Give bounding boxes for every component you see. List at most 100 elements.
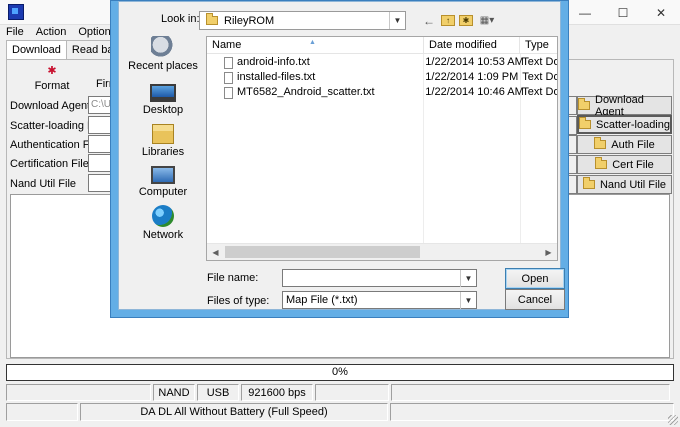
scrollbar-thumb[interactable] <box>225 246 420 258</box>
format-label: Format <box>34 80 70 92</box>
nand-util-file-field[interactable] <box>88 174 112 192</box>
desktop-icon <box>150 84 176 102</box>
libraries-icon <box>152 124 174 144</box>
place-desktop[interactable]: Desktop <box>123 84 203 116</box>
minimize-button[interactable]: — <box>566 0 604 25</box>
scatter-file-field[interactable] <box>88 116 112 134</box>
folder-icon <box>206 13 218 25</box>
tab-download[interactable]: Download <box>6 40 67 60</box>
place-network[interactable]: Network <box>123 205 203 241</box>
format-tool[interactable]: ✱ Format <box>28 64 76 93</box>
chevron-down-icon[interactable]: ▼ <box>460 291 476 309</box>
cert-file-label: Certification File <box>10 158 89 170</box>
status-storage: NAND <box>153 384 195 401</box>
up-folder-icon[interactable]: ↑ <box>441 15 455 26</box>
file-list[interactable]: Name ▲ Date modified Type android-info.t… <box>206 36 558 261</box>
scatter-loading-button[interactable]: Scatter-loading <box>577 115 672 134</box>
auth-file-field[interactable] <box>88 135 112 153</box>
nand-util-file-button[interactable]: Nand Util File <box>577 175 672 194</box>
files-of-type-dropdown[interactable]: Map File (*.txt) ▼ <box>282 291 477 309</box>
file-name-input[interactable] <box>283 270 460 286</box>
folder-icon <box>594 137 607 149</box>
cert-file-field[interactable] <box>88 154 112 172</box>
status-baud-rate: 921600 bps <box>241 384 313 401</box>
status-cell-empty <box>315 384 389 401</box>
file-name: MT6582_Android_scatter.txt <box>237 86 375 98</box>
files-of-type-value: Map File (*.txt) <box>286 294 358 306</box>
maximize-button[interactable]: ☐ <box>604 0 642 25</box>
file-name-combo[interactable]: ▼ <box>282 269 477 287</box>
look-in-dropdown[interactable]: RileyROM ▼ <box>199 11 406 30</box>
place-label: Libraries <box>141 146 185 158</box>
close-button[interactable]: ✕ <box>642 0 680 25</box>
place-computer[interactable]: Computer <box>123 166 203 198</box>
new-folder-icon[interactable]: ✱ <box>459 15 473 26</box>
column-type[interactable]: Type <box>520 37 557 54</box>
download-agent-field[interactable]: C:\U <box>88 96 112 114</box>
download-agent-button-label: Download Agent <box>595 93 644 118</box>
progress-bar: 0% <box>6 364 674 381</box>
chevron-down-icon[interactable]: ▼ <box>460 270 476 287</box>
column-name-label: Name <box>212 39 242 51</box>
status-bar-top: NAND USB 921600 bps <box>6 384 674 401</box>
format-icon: ✱ <box>47 64 57 77</box>
scroll-right-icon[interactable]: ▶ <box>540 244 557 260</box>
dialog-body: Look in: RileyROM ▼ ← ↑ ✱ ▦▾ Recent plac… <box>118 1 565 310</box>
scatter-loading-button-label: Scatter-loading <box>596 118 670 131</box>
place-recent-places[interactable]: Recent places <box>123 36 203 72</box>
file-date: 1/22/2014 10:46 AM <box>425 86 524 98</box>
open-button[interactable]: Open <box>505 268 565 289</box>
scroll-left-icon[interactable]: ◀ <box>207 244 224 260</box>
file-row[interactable]: android-info.txt 1/22/2014 10:53 AM Text… <box>207 55 557 70</box>
status-mode: DA DL All Without Battery (Full Speed) <box>80 403 388 421</box>
files-of-type-label: Files of type: <box>207 295 270 307</box>
place-label: Network <box>142 229 184 241</box>
auth-file-button[interactable]: Auth File <box>577 135 672 154</box>
folder-icon <box>579 117 591 129</box>
place-label: Recent places <box>128 60 198 72</box>
text-file-icon <box>224 86 233 99</box>
cert-file-button[interactable]: Cert File <box>577 155 672 174</box>
auth-file-button-label: Auth File <box>611 138 655 151</box>
place-label: Computer <box>138 186 188 198</box>
auth-file-label: Authentication File <box>10 139 101 151</box>
status-connection: USB <box>197 384 239 401</box>
look-in-label: Look in: <box>161 13 200 25</box>
status-cell-empty <box>390 403 674 421</box>
progress-text: 0% <box>332 366 348 378</box>
file-date: 1/22/2014 10:53 AM <box>425 56 524 68</box>
cancel-button[interactable]: Cancel <box>505 289 565 310</box>
open-file-dialog: Look in: RileyROM ▼ ← ↑ ✱ ▦▾ Recent plac… <box>110 0 569 318</box>
file-name: installed-files.txt <box>237 71 316 83</box>
file-list-header: Name ▲ Date modified Type <box>207 37 557 54</box>
app-icon <box>8 4 24 20</box>
status-bar-bottom: DA DL All Without Battery (Full Speed) <box>6 403 674 421</box>
look-in-value: RileyROM <box>224 14 275 27</box>
folder-icon <box>595 157 608 169</box>
place-label: Desktop <box>142 104 184 116</box>
status-cell-empty <box>6 384 151 401</box>
cert-file-button-label: Cert File <box>612 158 654 171</box>
menu-file[interactable]: File <box>0 25 30 40</box>
window-controls: — ☐ ✕ <box>566 0 680 25</box>
column-name[interactable]: Name ▲ <box>207 37 424 54</box>
file-row[interactable]: installed-files.txt 1/22/2014 1:09 PM Te… <box>207 70 557 85</box>
column-date-modified[interactable]: Date modified <box>424 37 520 54</box>
horizontal-scrollbar[interactable]: ◀ ▶ <box>207 243 557 260</box>
place-libraries[interactable]: Libraries <box>123 124 203 158</box>
recent-places-icon <box>151 36 175 58</box>
resize-grip[interactable] <box>668 415 678 425</box>
places-bar: Recent places Desktop Libraries Computer… <box>123 36 203 246</box>
download-agent-button[interactable]: Download Agent <box>577 93 672 118</box>
back-arrow-icon[interactable]: ← <box>421 13 437 29</box>
view-menu-icon[interactable]: ▦▾ <box>477 13 497 29</box>
menu-action[interactable]: Action <box>30 25 73 40</box>
file-date: 1/22/2014 1:09 PM <box>425 71 519 83</box>
file-type: Text Docu <box>522 71 557 83</box>
chevron-down-icon[interactable]: ▼ <box>389 12 405 29</box>
download-agent-label: Download Agent <box>10 100 91 112</box>
file-name-label: File name: <box>207 272 259 284</box>
file-row[interactable]: MT6582_Android_scatter.txt 1/22/2014 10:… <box>207 85 557 100</box>
file-name: android-info.txt <box>237 56 310 68</box>
folder-icon <box>582 177 595 189</box>
